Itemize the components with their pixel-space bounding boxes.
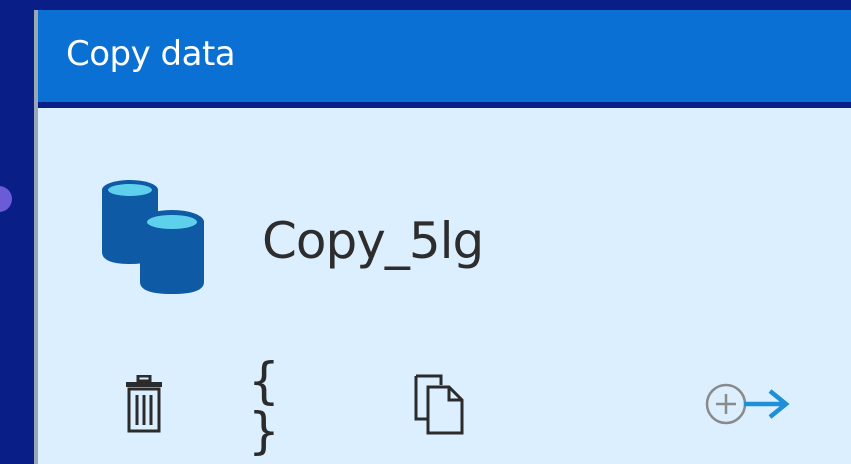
copy-icon	[413, 373, 465, 439]
trash-icon	[124, 374, 164, 437]
delete-button[interactable]	[114, 370, 174, 442]
activity-header: Copy data	[38, 10, 851, 102]
clone-button[interactable]	[404, 370, 474, 442]
add-output-button[interactable]	[700, 370, 800, 442]
input-connector-dot[interactable]	[0, 186, 12, 212]
activity-name[interactable]: Copy_5lg	[262, 212, 484, 270]
pipeline-canvas: Copy data Copy_5lg {}	[0, 0, 851, 464]
activity-body: Copy_5lg { }	[38, 102, 851, 464]
add-output-icon	[704, 382, 796, 430]
database-copy-icon	[96, 176, 216, 296]
code-braces-icon: { }	[248, 352, 284, 460]
activity-type-label: Copy data	[66, 34, 236, 74]
copy-data-activity[interactable]: Copy data Copy_5lg {}	[34, 10, 851, 464]
view-code-button[interactable]: { }	[248, 356, 328, 456]
